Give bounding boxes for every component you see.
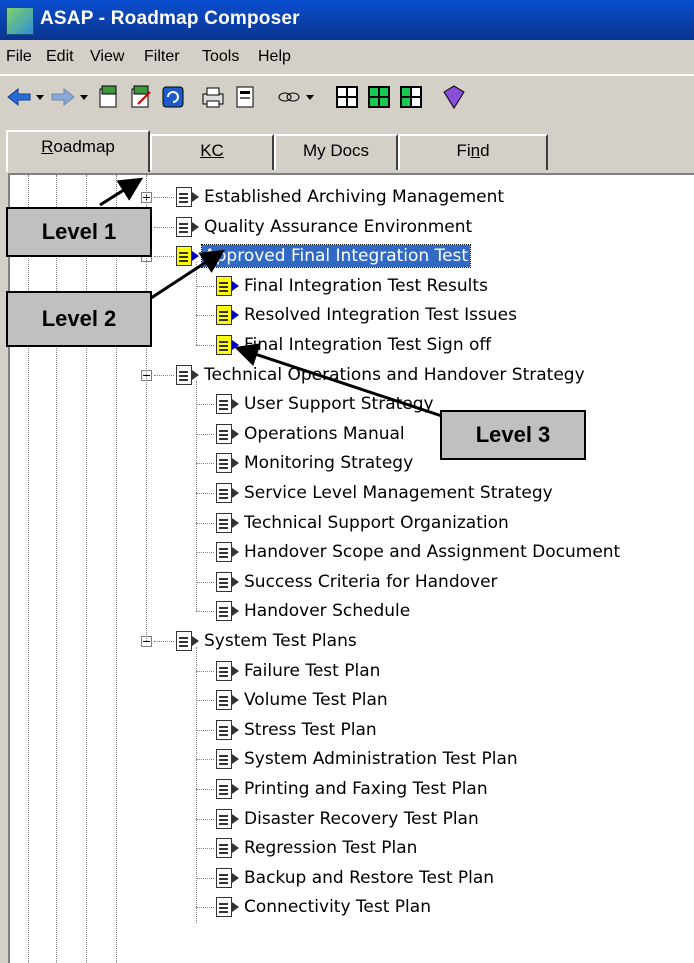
- tab-roadmap-mnemonic: R: [41, 137, 54, 156]
- tab-roadmap[interactable]: Roadmap: [6, 130, 150, 172]
- level1-callout: Level 1: [6, 207, 152, 257]
- level2-callout: Level 2: [6, 291, 152, 347]
- level1-arrow: [99, 177, 144, 207]
- level3-callout: Level 3: [440, 410, 586, 460]
- tab-roadmap-label: oadmap: [53, 137, 115, 156]
- level2-arrow: [147, 249, 226, 302]
